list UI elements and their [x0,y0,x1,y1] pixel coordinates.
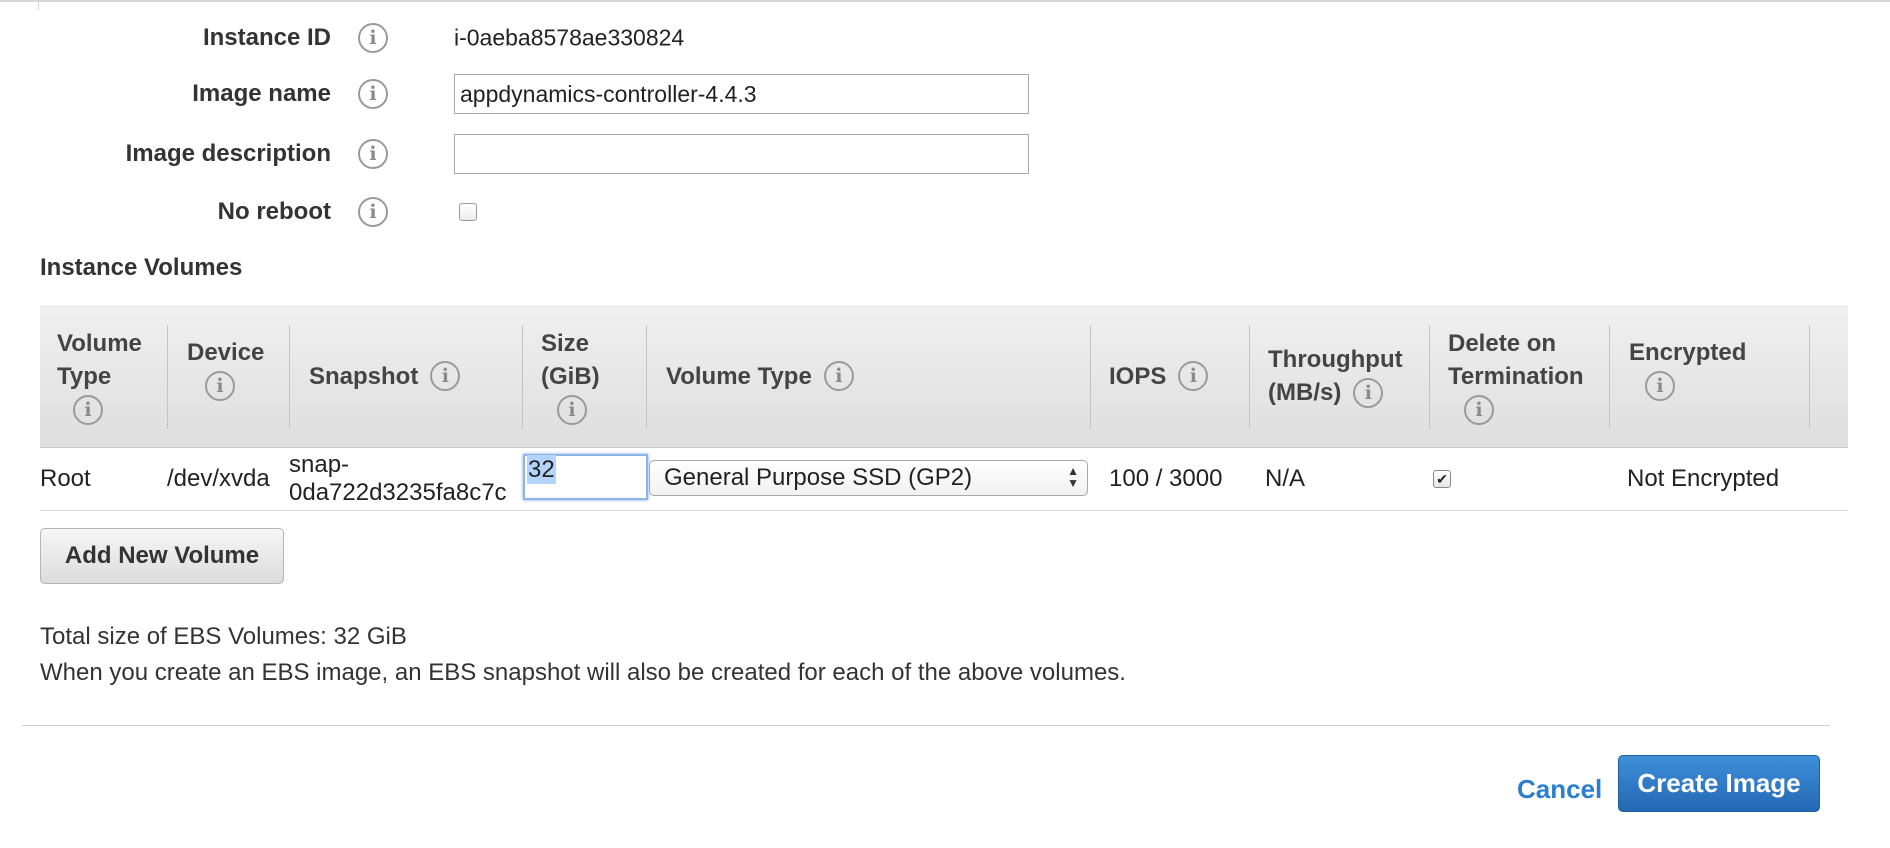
instance-volumes-title: Instance Volumes [40,254,243,281]
image-description-row: Image description i [0,130,1890,178]
header-text: (GiB) [541,363,600,390]
column-separator [646,325,647,429]
image-description-input[interactable] [454,134,1029,174]
select-arrows-icon: ▲ ▼ [1067,464,1079,490]
header-text: Size [541,330,590,357]
header-device: Device i [187,297,264,439]
header-text: IOPS [1109,362,1167,390]
column-separator [167,325,168,429]
header-text: Volume Type [666,362,812,390]
footer-divider [22,725,1830,726]
no-reboot-checkbox[interactable] [459,203,477,221]
header-iops: IOPS i [1109,305,1209,447]
info-icon[interactable]: i [358,139,388,169]
info-icon[interactable]: i [205,370,235,401]
column-separator [1609,325,1610,429]
info-icon[interactable]: i [358,79,388,109]
snapshot-note-text: When you create an EBS image, an EBS sna… [40,659,1126,686]
no-reboot-label: No reboot [217,198,331,225]
column-separator [1090,325,1091,429]
header-text: Volume [57,330,142,357]
column-separator [289,325,290,429]
image-name-label: Image name [192,80,331,107]
column-separator [1249,325,1250,429]
info-icon[interactable]: i [823,361,854,391]
header-volume-type: Volume Type i [57,305,142,447]
header-text: Device [187,338,265,366]
column-separator [1809,325,1810,429]
cell-iops: 100 / 3000 [1109,465,1223,492]
image-name-row: Image name i [0,70,1890,118]
snapshot-text: 0da722d3235fa8c7c [289,479,507,506]
cell-encrypted: Not Encrypted [1627,465,1780,492]
cell-device: /dev/xvda [167,465,270,492]
cell-snapshot[interactable]: snap- 0da722d3235fa8c7c [289,451,507,507]
header-text: Throughput [1268,346,1403,373]
info-icon[interactable]: i [1353,377,1384,408]
info-icon[interactable]: i [1464,395,1494,425]
info-icon[interactable]: i [358,197,388,227]
header-text: Type [57,363,112,390]
header-throughput: Throughput (MB/s) i [1268,305,1403,447]
header-text: Encrypted [1629,338,1747,366]
column-separator [1429,325,1430,429]
size-input[interactable]: 32 [523,454,648,500]
volume-type-select[interactable]: General Purpose SSD (GP2) ▲ ▼ [649,460,1088,496]
create-image-dialog: Instance ID i i-0aeba8578ae330824 Image … [0,0,1890,848]
instance-id-row: Instance ID i i-0aeba8578ae330824 [0,14,1890,62]
info-icon[interactable]: i [358,23,388,53]
left-divider [38,0,39,10]
instance-id-value: i-0aeba8578ae330824 [454,24,685,51]
info-icon[interactable]: i [73,395,103,425]
info-icon[interactable]: i [1178,361,1209,391]
info-icon[interactable]: i [557,395,587,425]
cell-volume-type: Root [40,465,91,492]
instance-id-label: Instance ID [202,24,331,51]
create-image-button[interactable]: Create Image [1618,755,1820,812]
cell-throughput: N/A [1265,465,1306,492]
header-ebs-volume-type: Volume Type i [666,305,854,447]
size-value: 32 [527,455,556,484]
header-text: Delete on [1448,330,1557,357]
header-text: Snapshot [309,362,419,390]
header-encrypted: Encrypted i [1629,297,1746,439]
header-text: Termination [1448,363,1584,390]
header-text: (MB/s) [1268,379,1342,406]
total-size-text: Total size of EBS Volumes: 32 GiB [40,623,407,650]
volumes-table-header: Volume Type i Device i Snapshot i Size (… [40,305,1848,448]
top-divider [0,0,1890,2]
add-new-volume-button[interactable]: Add New Volume [40,528,284,584]
header-snapshot: Snapshot i [309,305,461,447]
header-size: Size (GiB) i [541,305,600,447]
header-delete-on-termination: Delete on Termination i [1448,305,1584,447]
info-icon[interactable]: i [1645,370,1675,401]
image-name-input[interactable] [454,74,1029,114]
table-row: Root /dev/xvda snap- 0da722d3235fa8c7c 3… [40,448,1848,511]
image-description-label: Image description [125,140,331,167]
info-icon[interactable]: i [430,361,461,391]
cancel-link[interactable]: Cancel [1517,774,1602,805]
delete-on-termination-checkbox[interactable]: ✔ [1433,470,1451,488]
column-separator [522,325,523,429]
volume-type-selected: General Purpose SSD (GP2) [664,464,973,491]
snapshot-text: snap- [289,451,350,478]
no-reboot-row: No reboot i [0,188,1890,236]
